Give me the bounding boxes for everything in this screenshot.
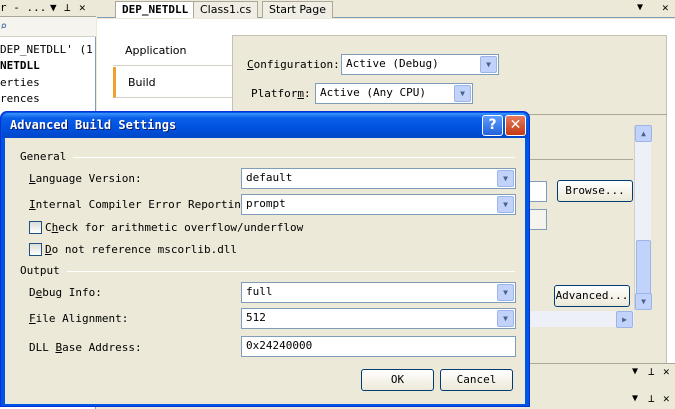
- file-alignment-label: File Alignment:: [29, 312, 129, 325]
- chevron-down-icon[interactable]: ▼: [497, 196, 514, 213]
- cancel-button[interactable]: Cancel: [440, 369, 513, 391]
- scroll-down-icon[interactable]: ▼: [635, 293, 652, 310]
- tree-item[interactable]: rences: [0, 92, 40, 105]
- tree-item[interactable]: NETDLL: [0, 59, 40, 72]
- chevron-down-icon[interactable]: ▼: [454, 85, 471, 102]
- configuration-label: Configuration:: [247, 58, 340, 71]
- scroll-thumb[interactable]: [636, 240, 651, 300]
- close-icon[interactable]: ✕: [663, 392, 670, 405]
- tab-dep-netdll[interactable]: DEP_NETDLL: [115, 1, 196, 18]
- platform-label: Platform:: [251, 87, 311, 100]
- file-alignment-value: 512: [246, 311, 266, 324]
- help-button[interactable]: ?: [482, 115, 503, 136]
- solution-explorer-title: r - ...: [0, 1, 47, 14]
- ice-reporting-combo[interactable]: prompt ▼: [241, 194, 516, 215]
- nav-application[interactable]: Application: [113, 35, 232, 66]
- advanced-button[interactable]: Advanced...: [554, 285, 630, 307]
- debug-info-combo[interactable]: full ▼: [241, 282, 516, 303]
- ice-reporting-label: Internal Compiler Error Reporting:: [29, 198, 255, 211]
- dropdown-arrow-icon[interactable]: ▼: [632, 393, 638, 404]
- document-tab-strip: DEP_NETDLL Class1.cs Start Page ▼ ✕: [97, 0, 675, 18]
- debug-info-label: Debug Info:: [29, 286, 102, 299]
- divider: [529, 159, 633, 160]
- vertical-scrollbar[interactable]: ▲ ▼: [634, 125, 652, 310]
- xml-doc-field: [529, 209, 547, 230]
- platform-value: Active (Any CPU): [320, 86, 426, 99]
- solution-explorer-titlebar: r - ... ▼ ⊥ ✕: [0, 0, 96, 17]
- dialog-title: Advanced Build Settings: [10, 118, 177, 132]
- no-mscorlib-checkbox[interactable]: [29, 243, 42, 256]
- search-icon[interactable]: ⌕: [0, 19, 7, 33]
- dropdown-arrow-icon[interactable]: ▼: [50, 1, 57, 14]
- overflow-checkbox[interactable]: [29, 221, 42, 234]
- dialog-titlebar[interactable]: Advanced Build Settings ? ✕: [2, 113, 528, 138]
- output-group-title: Output: [20, 264, 60, 277]
- close-button[interactable]: ✕: [505, 115, 526, 136]
- scroll-right-icon[interactable]: ▶: [616, 311, 633, 328]
- configuration-combo[interactable]: Active (Debug) ▼: [341, 54, 499, 75]
- dialog-body: General Language Version: default ▼ Inte…: [5, 138, 525, 404]
- debug-info-value: full: [246, 285, 273, 298]
- file-alignment-combo[interactable]: 512 ▼: [241, 308, 516, 329]
- general-group-title: General: [20, 150, 67, 163]
- nav-build[interactable]: Build: [113, 67, 232, 98]
- tab-list-arrow-icon[interactable]: ▼: [637, 2, 643, 13]
- solution-tree: DEP_NETDLL' (1 p NETDLL erties rences: [0, 41, 106, 111]
- tree-item[interactable]: erties: [0, 76, 40, 89]
- bottom-tool-pane: ▼ ⊥ ✕ ▼ ⊥ ✕: [530, 363, 675, 409]
- pin-icon[interactable]: ⊥: [64, 1, 71, 14]
- dll-base-label: DLL Base Address:: [29, 341, 142, 354]
- language-version-value: default: [246, 171, 293, 184]
- chevron-down-icon[interactable]: ▼: [497, 284, 514, 301]
- horizontal-scrollbar[interactable]: ▶: [530, 311, 634, 328]
- chevron-down-icon[interactable]: ▼: [497, 310, 514, 327]
- pin-icon[interactable]: ⊥: [648, 365, 655, 378]
- ice-reporting-value: prompt: [246, 197, 286, 210]
- overflow-label[interactable]: Check for arithmetic overflow/underflow: [45, 221, 303, 234]
- configuration-value: Active (Debug): [346, 57, 439, 70]
- group-divider: [67, 271, 515, 272]
- tab-start-page[interactable]: Start Page: [262, 1, 333, 18]
- dropdown-arrow-icon[interactable]: ▼: [632, 366, 638, 377]
- dll-base-address-value: 0x24240000: [246, 339, 313, 352]
- advanced-build-settings-dialog: Advanced Build Settings ? ✕ General Lang…: [0, 111, 530, 407]
- ok-button[interactable]: OK: [361, 369, 434, 391]
- close-icon[interactable]: ✕: [79, 1, 86, 14]
- scroll-up-icon[interactable]: ▲: [635, 125, 652, 142]
- language-version-label: Language Version:: [29, 172, 142, 185]
- group-divider: [73, 157, 515, 158]
- output-path-field[interactable]: [529, 181, 547, 202]
- tab-class1-cs[interactable]: Class1.cs: [193, 1, 259, 18]
- pin-icon[interactable]: ⊥: [648, 392, 655, 405]
- chevron-down-icon[interactable]: ▼: [497, 170, 514, 187]
- dll-base-address-field[interactable]: 0x24240000: [241, 336, 516, 357]
- close-icon[interactable]: ✕: [663, 365, 670, 378]
- browse-button[interactable]: Browse...: [557, 180, 633, 202]
- platform-combo[interactable]: Active (Any CPU) ▼: [315, 83, 473, 104]
- no-mscorlib-label[interactable]: Do not reference mscorlib.dll: [45, 243, 237, 256]
- tree-item[interactable]: DEP_NETDLL' (1 p: [0, 43, 106, 56]
- language-version-combo[interactable]: default ▼: [241, 168, 516, 189]
- close-document-icon[interactable]: ✕: [662, 1, 669, 14]
- chevron-down-icon[interactable]: ▼: [480, 56, 497, 73]
- solution-explorer-toolbar: ⌕: [0, 17, 96, 37]
